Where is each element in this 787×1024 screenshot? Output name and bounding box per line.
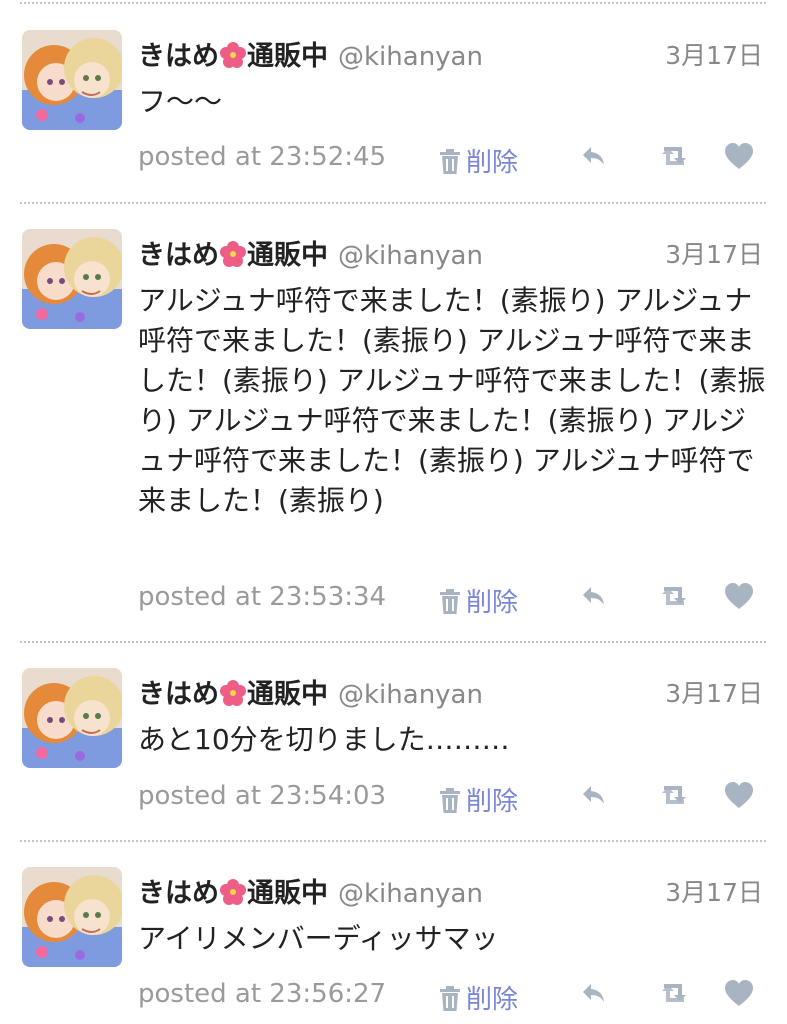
display-name-suffix: 通販中: [247, 41, 328, 72]
display-name[interactable]: きはめ 通販中 @kihanyan: [138, 871, 483, 912]
tweet-meta: posted at 23:52:45 削除: [138, 142, 768, 178]
display-name-text: きはめ: [138, 679, 219, 710]
tweet-text: あと10分を切りました………: [138, 723, 510, 756]
delete-label: 削除: [466, 148, 519, 178]
retweet-icon[interactable]: [658, 781, 690, 809]
heart-icon[interactable]: [724, 142, 754, 170]
trash-icon: [440, 986, 460, 1011]
divider: [20, 641, 766, 643]
trash-icon: [440, 589, 460, 614]
retweet-icon[interactable]: [658, 979, 690, 1007]
trash-icon: [440, 788, 460, 813]
display-name[interactable]: きはめ 通販中 @kihanyan: [138, 672, 483, 713]
reply-icon[interactable]: [580, 781, 608, 809]
retweet-icon[interactable]: [658, 142, 690, 170]
heart-icon[interactable]: [724, 781, 754, 809]
delete-button[interactable]: 削除: [438, 781, 518, 818]
tweet-text: フ〜〜: [138, 85, 223, 118]
user-handle: @kihanyan: [338, 879, 483, 909]
user-handle: @kihanyan: [338, 42, 483, 72]
tweet-text: アルジュナ呼符で来ました！(素振り) アルジュナ呼符で来ました！(素振り) アル…: [138, 284, 766, 517]
tweet-date[interactable]: 3月17日: [665, 873, 763, 909]
user-handle: @kihanyan: [338, 680, 483, 710]
display-name-text: きはめ: [138, 240, 219, 271]
heart-icon[interactable]: [724, 582, 754, 610]
delete-label: 削除: [466, 787, 519, 817]
posted-timestamp: posted at 23:54:03: [138, 781, 387, 811]
divider: [20, 2, 766, 4]
tweet-date[interactable]: 3月17日: [665, 36, 763, 72]
tweet-text: アイリメンバーディッサマッ: [138, 922, 499, 955]
delete-button[interactable]: 削除: [438, 979, 518, 1016]
hibiscus-icon: [220, 680, 246, 713]
delete-label: 削除: [466, 588, 519, 618]
tweet-meta: posted at 23:54:03 削除: [138, 781, 768, 817]
display-name-suffix: 通販中: [247, 878, 328, 909]
delete-label: 削除: [466, 985, 519, 1015]
avatar[interactable]: [22, 867, 122, 967]
trash-icon: [440, 149, 460, 174]
display-name-suffix: 通販中: [247, 679, 328, 710]
retweet-icon[interactable]: [658, 582, 690, 610]
hibiscus-icon: [220, 879, 246, 912]
avatar[interactable]: [22, 30, 122, 130]
posted-timestamp: posted at 23:53:34: [138, 582, 387, 612]
reply-icon[interactable]: [580, 142, 608, 170]
user-handle: @kihanyan: [338, 241, 483, 271]
display-name[interactable]: きはめ 通販中 @kihanyan: [138, 34, 483, 75]
display-name-text: きはめ: [138, 41, 219, 72]
tweet-date[interactable]: 3月17日: [665, 235, 763, 271]
hibiscus-icon: [220, 241, 246, 274]
divider: [20, 202, 766, 204]
reply-icon[interactable]: [580, 582, 608, 610]
display-name-text: きはめ: [138, 878, 219, 909]
avatar[interactable]: [22, 229, 122, 329]
display-name-suffix: 通販中: [247, 240, 328, 271]
hibiscus-icon: [220, 42, 246, 75]
posted-timestamp: posted at 23:52:45: [138, 142, 387, 172]
delete-button[interactable]: 削除: [438, 142, 518, 179]
tweet-meta: posted at 23:53:34 削除: [138, 582, 768, 618]
posted-timestamp: posted at 23:56:27: [138, 979, 387, 1009]
tweet-date[interactable]: 3月17日: [665, 674, 763, 710]
heart-icon[interactable]: [724, 979, 754, 1007]
divider: [20, 840, 766, 842]
display-name[interactable]: きはめ 通販中 @kihanyan: [138, 233, 483, 274]
avatar[interactable]: [22, 668, 122, 768]
reply-icon[interactable]: [580, 979, 608, 1007]
tweet-meta: posted at 23:56:27 削除: [138, 979, 768, 1015]
delete-button[interactable]: 削除: [438, 582, 518, 619]
